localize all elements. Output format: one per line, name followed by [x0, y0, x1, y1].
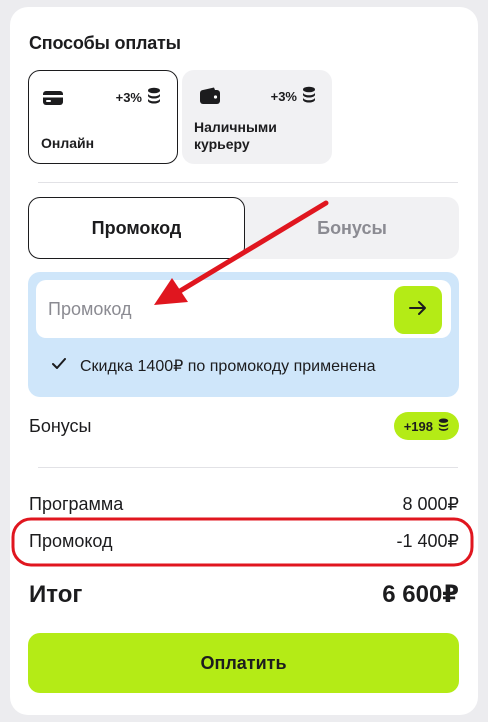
payment-methods-title: Способы оплаты [29, 33, 181, 53]
promo-code-input[interactable]: Промокод [36, 280, 451, 338]
promo-status-text: Скидка 1400₽ по промокоду применена [80, 358, 376, 375]
divider [38, 182, 458, 183]
arrow-right-icon [409, 300, 427, 321]
promo-submit-button[interactable] [394, 286, 442, 334]
promo-bonus-tabs: Промокод Бонусы [28, 197, 459, 259]
promo-applied-status: Скидка 1400₽ по промокоду применена [52, 356, 375, 376]
tab-bonuses[interactable]: Бонусы [245, 197, 459, 259]
payment-bonus-badge: +3% [116, 87, 161, 108]
payment-option-online[interactable]: +3% Онлайн [28, 70, 178, 164]
summary-promo-row: Промокод -1 400₽ [29, 531, 459, 552]
coins-icon [302, 86, 316, 107]
summary-total-row: Итог 6 600₽ [29, 580, 459, 609]
summary-program-row: Программа 8 000₽ [29, 494, 459, 515]
payment-bonus-badge: +3% [271, 86, 316, 107]
bonuses-row: Бонусы +198 [29, 412, 459, 440]
promo-code-placeholder: Промокод [48, 299, 132, 319]
pay-button[interactable]: Оплатить [28, 633, 459, 693]
coins-icon [147, 87, 161, 108]
bonuses-label: Бонусы [29, 415, 92, 436]
bonus-points-badge: +198 [393, 412, 459, 440]
divider [38, 467, 458, 468]
promo-panel: Промокод Скидка 1400₽ по промокоду приме… [28, 272, 459, 397]
payment-option-cash[interactable]: +3% Наличными курьеру [182, 70, 332, 164]
coins-icon [438, 418, 449, 435]
total-label: Итог [29, 580, 83, 608]
card-icon [42, 89, 64, 112]
total-value: 6 600₽ [382, 581, 459, 608]
program-label: Программа [29, 494, 124, 514]
promo-discount-label: Промокод [29, 531, 113, 551]
payment-option-label: Онлайн [41, 135, 95, 151]
tab-promocode[interactable]: Промокод [28, 197, 245, 259]
payment-option-label: Наличными курьеру [194, 119, 277, 152]
wallet-icon [199, 87, 221, 110]
program-value: 8 000₽ [402, 494, 460, 514]
promo-discount-value: -1 400₽ [396, 531, 460, 551]
check-icon [52, 357, 66, 375]
